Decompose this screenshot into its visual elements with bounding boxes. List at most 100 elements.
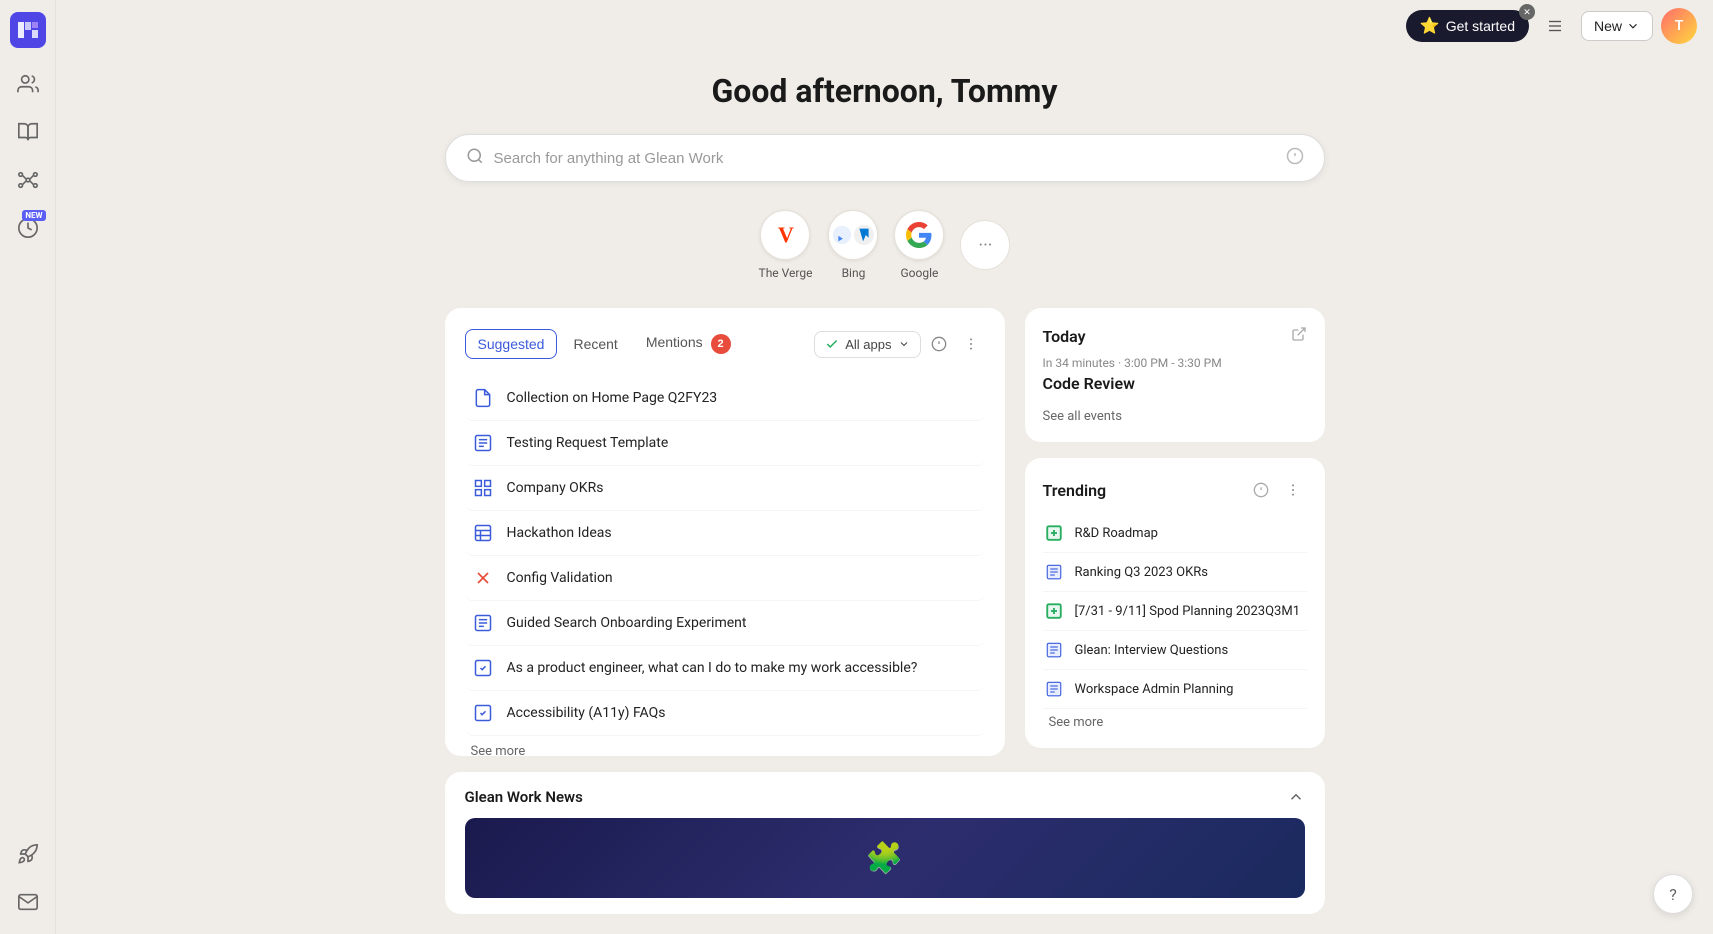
suggestion-item[interactable]: Guided Search Onboarding Experiment: [465, 601, 985, 646]
verge-label: The Verge: [759, 266, 813, 280]
verge-icon: V: [760, 210, 810, 260]
blue-lines3-icon: [1043, 678, 1065, 700]
doc-lines-icon: [471, 431, 495, 455]
suggestions-panel: Suggested Recent Mentions 2 All apps: [445, 308, 1005, 756]
tab-recent[interactable]: Recent: [561, 330, 629, 358]
search-input[interactable]: [494, 150, 1276, 167]
trending-header: Trending: [1043, 476, 1307, 504]
sidebar-item-graph[interactable]: [8, 160, 48, 200]
trending-actions: [1247, 476, 1307, 504]
get-started-button[interactable]: ⭐ Get started ✕: [1406, 10, 1529, 42]
trending-text: [7/31 - 9/11] Spod Planning 2023Q3M1: [1075, 604, 1301, 619]
suggestion-item[interactable]: Collection on Home Page Q2FY23: [465, 376, 985, 421]
doc-lines2-icon: [471, 611, 495, 635]
get-started-label: Get started: [1446, 18, 1515, 34]
news-image: 🧩: [465, 818, 1305, 898]
trending-item[interactable]: [7/31 - 9/11] Spod Planning 2023Q3M1: [1043, 592, 1307, 631]
two-col-layout: Suggested Recent Mentions 2 All apps: [445, 308, 1325, 756]
suggestion-item[interactable]: As a product engineer, what can I do to …: [465, 646, 985, 691]
new-button[interactable]: New: [1581, 11, 1653, 41]
trending-text: R&D Roadmap: [1075, 526, 1158, 541]
source-more[interactable]: ···: [960, 220, 1010, 270]
source-verge[interactable]: V The Verge: [759, 210, 813, 280]
filter-all-apps-button[interactable]: All apps: [814, 331, 920, 358]
sidebar-item-rocket[interactable]: [8, 834, 48, 874]
suggestion-text: Company OKRs: [507, 480, 604, 496]
user-avatar[interactable]: T: [1661, 8, 1697, 44]
suggestion-item[interactable]: Company OKRs: [465, 466, 985, 511]
main-content: ⭐ Get started ✕ New T Good afternoon, To…: [56, 0, 1713, 934]
filter-label: All apps: [845, 337, 891, 352]
google-label: Google: [901, 266, 939, 280]
suggestion-text: Guided Search Onboarding Experiment: [507, 615, 747, 631]
see-more-trending[interactable]: See more: [1043, 709, 1307, 730]
sources-row: V The Verge Bing: [759, 210, 1011, 280]
page-content: Good afternoon, Tommy: [56, 52, 1713, 934]
right-panel: Today In 34 minutes · 3:00 PM - 3:30 PM …: [1025, 308, 1325, 756]
see-more-suggestions[interactable]: See more: [465, 736, 985, 756]
external-link-icon[interactable]: [1291, 326, 1307, 346]
suggestion-text: Accessibility (A11y) FAQs: [507, 705, 666, 721]
trending-text: Glean: Interview Questions: [1075, 643, 1229, 658]
suggestions-more-button[interactable]: [957, 330, 985, 358]
trending-info-icon[interactable]: [1247, 476, 1275, 504]
trending-item[interactable]: Ranking Q3 2023 OKRs: [1043, 553, 1307, 592]
news-collapse-icon: [1287, 788, 1305, 806]
sidebar: NEW: [0, 0, 56, 934]
google-icon: [894, 210, 944, 260]
cross-icon: [471, 566, 495, 590]
sidebar-item-mail[interactable]: [8, 882, 48, 922]
see-all-events-link[interactable]: See all events: [1043, 409, 1122, 424]
close-get-started-button[interactable]: ✕: [1519, 4, 1535, 20]
news-header[interactable]: Glean Work News: [465, 788, 1305, 806]
bing-label: Bing: [842, 266, 866, 280]
suggestion-item[interactable]: Config Validation: [465, 556, 985, 601]
search-container: [445, 134, 1325, 182]
trending-item[interactable]: R&D Roadmap: [1043, 514, 1307, 553]
settings-button[interactable]: [1537, 8, 1573, 44]
suggestion-text: Testing Request Template: [507, 435, 669, 451]
suggestion-item[interactable]: Hackathon Ideas: [465, 511, 985, 556]
app-logo[interactable]: [10, 12, 46, 48]
star-icon: ⭐: [1420, 16, 1440, 36]
source-bing[interactable]: Bing: [828, 210, 878, 280]
trending-more-icon[interactable]: [1279, 476, 1307, 504]
bing-icon: [828, 210, 878, 260]
green-plus-icon: [1043, 522, 1065, 544]
suggestion-text: Collection on Home Page Q2FY23: [507, 390, 718, 406]
mentions-badge: 2: [711, 334, 731, 354]
check-box-icon: [471, 656, 495, 680]
search-info-icon[interactable]: [1286, 147, 1304, 169]
blue-lines-icon: [1043, 561, 1065, 583]
suggestion-text: Config Validation: [507, 570, 613, 586]
new-label: New: [1594, 18, 1622, 34]
trending-item[interactable]: Glean: Interview Questions: [1043, 631, 1307, 670]
trending-card: Trending: [1025, 458, 1325, 748]
sidebar-bottom: [8, 834, 48, 922]
help-button[interactable]: ?: [1653, 874, 1693, 914]
green-plus2-icon: [1043, 600, 1065, 622]
news-section: Glean Work News 🧩: [445, 772, 1325, 914]
calendar-header: Today: [1043, 326, 1307, 346]
sidebar-item-people[interactable]: [8, 64, 48, 104]
sidebar-item-activity[interactable]: NEW: [8, 208, 48, 248]
trending-item[interactable]: Workspace Admin Planning: [1043, 670, 1307, 709]
check-box2-icon: [471, 701, 495, 725]
sidebar-item-knowledge[interactable]: [8, 112, 48, 152]
tab-mentions[interactable]: Mentions 2: [634, 328, 743, 360]
event-time: In 34 minutes · 3:00 PM - 3:30 PM: [1043, 356, 1307, 370]
suggestion-text: As a product engineer, what can I do to …: [507, 660, 918, 676]
trending-title: Trending: [1043, 481, 1107, 500]
event-title: Code Review: [1043, 374, 1307, 393]
trending-text: Ranking Q3 2023 OKRs: [1075, 565, 1208, 580]
more-sources-icon: ···: [960, 220, 1010, 270]
tab-suggested[interactable]: Suggested: [465, 329, 558, 359]
greeting-text: Good afternoon, Tommy: [711, 72, 1057, 110]
suggestion-item[interactable]: Accessibility (A11y) FAQs: [465, 691, 985, 736]
source-google[interactable]: Google: [894, 210, 944, 280]
new-badge: NEW: [22, 210, 45, 221]
grid-icon: [471, 476, 495, 500]
suggestions-info-button[interactable]: [925, 330, 953, 358]
search-icon: [466, 147, 484, 169]
suggestion-item[interactable]: Testing Request Template: [465, 421, 985, 466]
